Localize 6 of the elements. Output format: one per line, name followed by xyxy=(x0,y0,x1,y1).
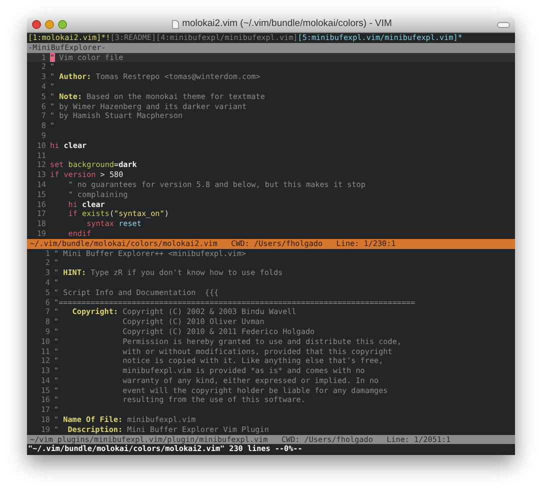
document-icon xyxy=(172,20,180,29)
close-button[interactable] xyxy=(32,20,41,29)
toolbar-toggle-button[interactable] xyxy=(497,22,510,28)
zoom-button[interactable] xyxy=(58,20,67,29)
minimize-button[interactable] xyxy=(45,20,54,29)
window-title: molokai2.vim (~/.vim/bundle/molokai/colors) - VIM xyxy=(182,17,392,32)
